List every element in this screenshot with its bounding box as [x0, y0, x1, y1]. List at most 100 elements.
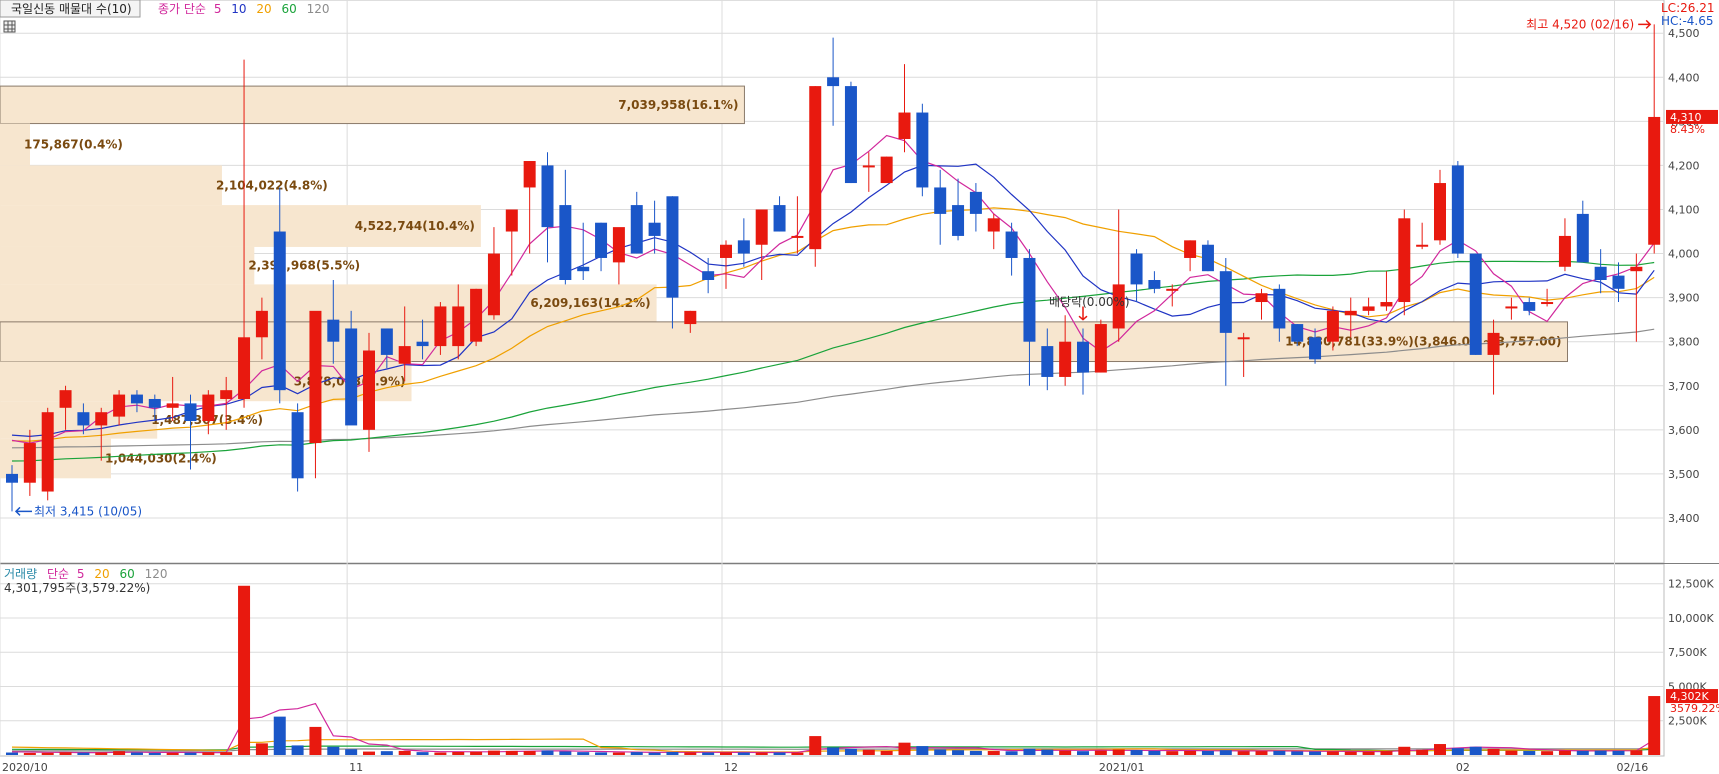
candle-body[interactable]: [1576, 213, 1589, 263]
candle-body[interactable]: [541, 165, 554, 228]
volume-bar[interactable]: [827, 747, 840, 755]
candle-body[interactable]: [684, 310, 697, 325]
candle-body[interactable]: [1326, 310, 1339, 342]
volume-bar[interactable]: [398, 750, 411, 755]
table-icon[interactable]: [3, 20, 16, 33]
candle-body[interactable]: [363, 350, 375, 430]
candle-body[interactable]: [1612, 275, 1625, 289]
volume-bar[interactable]: [1005, 751, 1018, 755]
candle-body[interactable]: [1434, 183, 1446, 241]
volume-bar[interactable]: [1077, 751, 1089, 755]
candle-body[interactable]: [1558, 235, 1571, 267]
candle-body[interactable]: [202, 394, 215, 422]
volume-bar[interactable]: [470, 751, 483, 755]
volume-bar[interactable]: [880, 750, 893, 755]
volume-bar[interactable]: [130, 752, 143, 755]
candle-body[interactable]: [612, 227, 625, 263]
volume-bar[interactable]: [148, 752, 161, 755]
candle-body[interactable]: [23, 443, 36, 483]
candle-body[interactable]: [791, 235, 804, 238]
volume-bar[interactable]: [1201, 751, 1214, 755]
volume-bar[interactable]: [523, 751, 536, 755]
volume-bar[interactable]: [1541, 751, 1554, 755]
volume-bar[interactable]: [363, 751, 375, 755]
volume-bar[interactable]: [238, 585, 251, 755]
volume-bar[interactable]: [273, 716, 286, 755]
candle-body[interactable]: [1148, 280, 1161, 289]
volume-bar[interactable]: [220, 752, 233, 755]
volume-bar[interactable]: [291, 745, 304, 755]
candle-body[interactable]: [1380, 302, 1393, 307]
stock-chart[interactable]: 7,039,958(16.1%) 175,867(0.4%) 2,104,022(4…: [0, 0, 1719, 774]
volume-bar[interactable]: [1041, 749, 1054, 755]
volume-bar[interactable]: [345, 749, 358, 755]
volume-bar[interactable]: [202, 752, 215, 755]
candle-body[interactable]: [702, 271, 715, 280]
volume-bar[interactable]: [720, 752, 732, 755]
volume-bar[interactable]: [1434, 744, 1446, 755]
candle-body[interactable]: [952, 205, 965, 236]
candle-body[interactable]: [523, 161, 536, 188]
volume-bar[interactable]: [666, 751, 679, 755]
candle-body[interactable]: [648, 222, 661, 236]
candle-body[interactable]: [220, 390, 233, 399]
volume-bar[interactable]: [952, 750, 965, 755]
volume-bar[interactable]: [1505, 750, 1518, 755]
volume-bar[interactable]: [1309, 751, 1322, 755]
candle-body[interactable]: [916, 112, 929, 188]
candle-body[interactable]: [380, 328, 393, 355]
volume-bar[interactable]: [487, 750, 500, 755]
candle-body[interactable]: [1291, 324, 1304, 342]
candle-body[interactable]: [41, 412, 54, 492]
candle-body[interactable]: [398, 346, 411, 364]
volume-bar[interactable]: [987, 751, 1000, 755]
volume-bar[interactable]: [6, 752, 18, 755]
volume-bar[interactable]: [1273, 750, 1286, 755]
candle-body[interactable]: [470, 288, 483, 342]
volume-bar[interactable]: [541, 750, 554, 755]
candle-body[interactable]: [1541, 302, 1554, 305]
volume-bar[interactable]: [380, 751, 393, 755]
candle-body[interactable]: [755, 209, 768, 245]
volume-bar[interactable]: [434, 752, 447, 755]
volume-bar[interactable]: [1237, 751, 1250, 755]
candle-body[interactable]: [773, 205, 786, 232]
candle-body[interactable]: [148, 398, 161, 408]
volume-bar[interactable]: [1416, 749, 1429, 755]
candle-body[interactable]: [1344, 310, 1357, 316]
volume-bar[interactable]: [773, 752, 786, 755]
volume-bar[interactable]: [452, 751, 465, 755]
candle-body[interactable]: [291, 412, 304, 479]
volume-bar[interactable]: [327, 746, 340, 755]
volume-bar[interactable]: [1487, 748, 1500, 755]
volume-bar[interactable]: [41, 752, 54, 755]
volume-bar[interactable]: [59, 752, 72, 755]
candle-body[interactable]: [345, 328, 358, 426]
volume-bar[interactable]: [1594, 750, 1607, 755]
candle-body[interactable]: [1094, 324, 1107, 373]
candle-body[interactable]: [1309, 337, 1322, 360]
volume-bar[interactable]: [1362, 751, 1375, 755]
volume-bar[interactable]: [505, 750, 518, 755]
volume-bar[interactable]: [577, 752, 590, 755]
candle-body[interactable]: [862, 165, 875, 168]
candle-body[interactable]: [595, 222, 608, 258]
volume-bar[interactable]: [969, 750, 982, 755]
volume-bar[interactable]: [648, 752, 661, 755]
volume-bar[interactable]: [1558, 750, 1571, 755]
candle-body[interactable]: [327, 319, 340, 342]
candle-body[interactable]: [487, 253, 500, 316]
volume-bar[interactable]: [309, 726, 322, 755]
volume-bar[interactable]: [934, 749, 947, 755]
candle-body[interactable]: [1416, 244, 1429, 247]
candle-body[interactable]: [1023, 257, 1036, 342]
volume-bar[interactable]: [416, 752, 429, 755]
volume-bar[interactable]: [113, 751, 126, 755]
volume-bar[interactable]: [1094, 750, 1107, 755]
candle-body[interactable]: [1451, 165, 1464, 254]
volume-bar[interactable]: [1291, 751, 1304, 755]
candle-body[interactable]: [452, 306, 465, 347]
candle-body[interactable]: [969, 191, 982, 214]
volume-bar[interactable]: [1148, 750, 1161, 755]
candle-body[interactable]: [577, 266, 590, 272]
